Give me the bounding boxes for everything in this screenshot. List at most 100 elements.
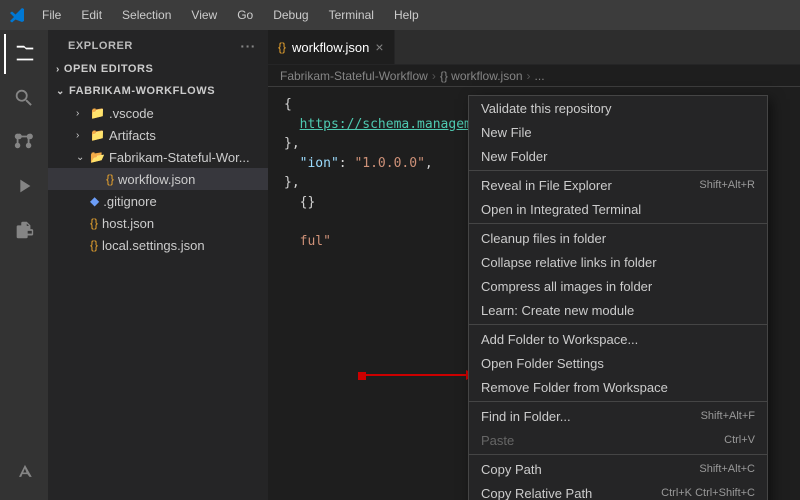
ctx-reveal-label: Reveal in File Explorer	[481, 178, 612, 193]
vscode-folder-label: .vscode	[109, 106, 154, 121]
fabrikam-workflows-section[interactable]: ⌄ Fabrikam-Workflows	[48, 80, 268, 102]
azure-activity-icon[interactable]	[4, 452, 44, 492]
ctx-find-shortcut: Shift+Alt+F	[701, 410, 755, 422]
ctx-validate[interactable]: Validate this repository	[469, 96, 767, 120]
fabrikam-workflows-label: Fabrikam-Workflows	[69, 85, 215, 97]
extensions-activity-icon[interactable]	[4, 210, 44, 250]
workflow-json-tab[interactable]: {} workflow.json ×	[268, 30, 395, 64]
artifacts-folder-item[interactable]: › 📁 Artifacts	[48, 124, 268, 146]
local-settings-icon: {}	[90, 238, 98, 252]
main-layout: Explorer ··· › Open Editors ⌄ Fabrikam-W…	[0, 30, 800, 500]
ctx-paste-label: Paste	[481, 433, 514, 448]
ctx-sep-2	[469, 223, 767, 224]
search-activity-icon[interactable]	[4, 78, 44, 118]
ctx-sep-1	[469, 170, 767, 171]
menu-go[interactable]: Go	[229, 6, 261, 24]
ctx-sep-3	[469, 324, 767, 325]
ctx-copy-path-shortcut: Shift+Alt+C	[699, 463, 755, 475]
ctx-remove-folder-label: Remove Folder from Workspace	[481, 380, 668, 395]
ctx-learn-label: Learn: Create new module	[481, 303, 634, 318]
breadcrumb-part-1[interactable]: Fabrikam-Stateful-Workflow	[280, 69, 428, 83]
breadcrumb-sep-1: ›	[432, 69, 436, 83]
workflow-json-label: workflow.json	[118, 172, 195, 187]
ctx-reveal[interactable]: Reveal in File Explorer Shift+Alt+R	[469, 173, 767, 197]
tab-bar: {} workflow.json ×	[268, 30, 800, 65]
ctx-collapse-label: Collapse relative links in folder	[481, 255, 657, 270]
folder-icon-stateful: 📂	[90, 150, 105, 164]
ctx-cleanup-label: Cleanup files in folder	[481, 231, 606, 246]
folder-arrow-artifacts: ›	[76, 130, 90, 141]
folder-icon-artifacts: 📁	[90, 128, 105, 142]
ctx-remove-folder[interactable]: Remove Folder from Workspace	[469, 375, 767, 399]
menu-edit[interactable]: Edit	[73, 6, 110, 24]
artifacts-folder-label: Artifacts	[109, 128, 156, 143]
breadcrumb-sep-2: ›	[527, 69, 531, 83]
gitignore-item[interactable]: ◆ .gitignore	[48, 190, 268, 212]
ctx-collapse[interactable]: Collapse relative links in folder	[469, 250, 767, 274]
sidebar-more-button[interactable]: ···	[240, 38, 256, 54]
ctx-cleanup[interactable]: Cleanup files in folder	[469, 226, 767, 250]
folder-icon: 📁	[90, 106, 105, 120]
menu-selection[interactable]: Selection	[114, 6, 179, 24]
breadcrumb: Fabrikam-Stateful-Workflow › {} workflow…	[268, 65, 800, 87]
fabrikam-stateful-folder-item[interactable]: ⌄ 📂 Fabrikam-Stateful-Wor...	[48, 146, 268, 168]
menu-debug[interactable]: Debug	[265, 6, 316, 24]
open-editors-label: Open Editors	[64, 63, 154, 75]
local-settings-item[interactable]: {} local.settings.json	[48, 234, 268, 256]
ctx-learn[interactable]: Learn: Create new module	[469, 298, 767, 322]
menu-bar: File Edit Selection View Go Debug Termin…	[34, 6, 427, 24]
sidebar-header: Explorer ···	[48, 30, 268, 58]
ctx-copy-path-label: Copy Path	[481, 462, 542, 477]
breadcrumb-part-2[interactable]: {} workflow.json	[440, 69, 523, 83]
folder-arrow-stateful: ⌄	[76, 152, 90, 163]
activity-bar-bottom	[4, 452, 44, 500]
ctx-copy-rel-path[interactable]: Copy Relative Path Ctrl+K Ctrl+Shift+C	[469, 481, 767, 500]
menu-terminal[interactable]: Terminal	[321, 6, 382, 24]
vscode-folder-item[interactable]: › 📁 .vscode	[48, 102, 268, 124]
ctx-copy-rel-path-label: Copy Relative Path	[481, 486, 592, 500]
ctx-add-folder-label: Add Folder to Workspace...	[481, 332, 638, 347]
ctx-sep-5	[469, 454, 767, 455]
menu-file[interactable]: File	[34, 6, 69, 24]
ctx-reveal-shortcut: Shift+Alt+R	[699, 179, 755, 191]
ctx-copy-path[interactable]: Copy Path Shift+Alt+C	[469, 457, 767, 481]
open-editors-section[interactable]: › Open Editors	[48, 58, 268, 80]
file-tree: › Open Editors ⌄ Fabrikam-Workflows › 📁 …	[48, 58, 268, 500]
host-json-icon: {}	[90, 216, 98, 230]
tab-close-button[interactable]: ×	[375, 40, 383, 54]
ctx-open-terminal-label: Open in Integrated Terminal	[481, 202, 641, 217]
tab-label: workflow.json	[292, 40, 369, 55]
json-file-icon: {}	[106, 172, 114, 186]
explorer-activity-icon[interactable]	[4, 34, 44, 74]
source-control-activity-icon[interactable]	[4, 122, 44, 162]
title-bar: File Edit Selection View Go Debug Termin…	[0, 0, 800, 30]
fabrikam-stateful-label: Fabrikam-Stateful-Wor...	[109, 150, 250, 165]
tab-json-icon: {}	[278, 40, 286, 54]
ctx-copy-rel-shortcut: Ctrl+K Ctrl+Shift+C	[661, 487, 755, 499]
menu-help[interactable]: Help	[386, 6, 427, 24]
ctx-sep-4	[469, 401, 767, 402]
run-activity-icon[interactable]	[4, 166, 44, 206]
ctx-paste-shortcut: Ctrl+V	[724, 434, 755, 446]
workflow-json-item[interactable]: {} workflow.json	[48, 168, 268, 190]
ctx-folder-settings[interactable]: Open Folder Settings	[469, 351, 767, 375]
ctx-find-folder-label: Find in Folder...	[481, 409, 571, 424]
editor-area: {} workflow.json × Fabrikam-Stateful-Wor…	[268, 30, 800, 500]
ctx-open-terminal[interactable]: Open in Integrated Terminal	[469, 197, 767, 221]
ctx-add-folder[interactable]: Add Folder to Workspace...	[469, 327, 767, 351]
ctx-new-folder[interactable]: New Folder	[469, 144, 767, 168]
ctx-new-file-label: New File	[481, 125, 532, 140]
local-settings-label: local.settings.json	[102, 238, 205, 253]
sidebar-title: Explorer	[68, 40, 133, 52]
ctx-compress[interactable]: Compress all images in folder	[469, 274, 767, 298]
menu-view[interactable]: View	[183, 6, 225, 24]
ctx-new-file[interactable]: New File	[469, 120, 767, 144]
ctx-find-folder[interactable]: Find in Folder... Shift+Alt+F	[469, 404, 767, 428]
breadcrumb-part-3: ...	[535, 69, 545, 83]
vscode-logo	[10, 7, 26, 23]
ctx-new-folder-label: New Folder	[481, 149, 547, 164]
ctx-folder-settings-label: Open Folder Settings	[481, 356, 604, 371]
context-menu: Validate this repository New File New Fo…	[468, 95, 768, 500]
host-json-item[interactable]: {} host.json	[48, 212, 268, 234]
git-icon: ◆	[90, 194, 99, 208]
